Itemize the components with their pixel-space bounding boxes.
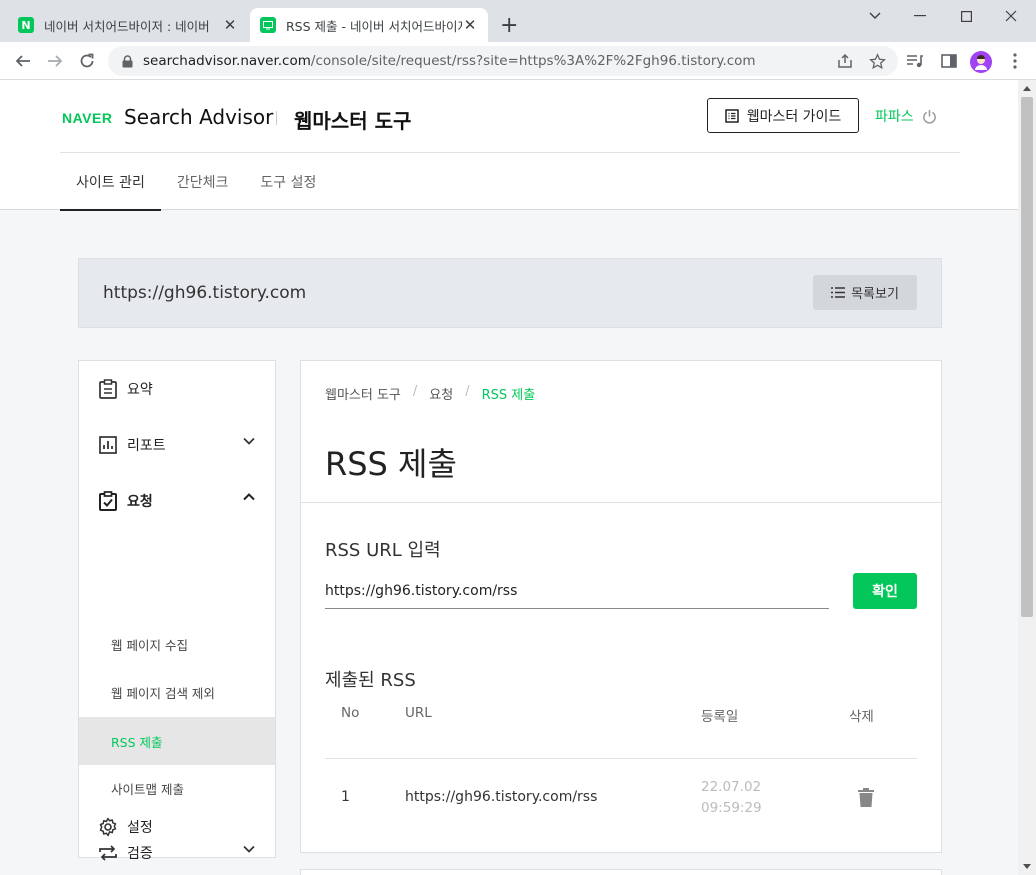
search-advisor-logo[interactable]: Search Advisor <box>124 105 273 129</box>
clipboard-icon <box>97 378 119 400</box>
main-panel: 웹마스터 도구 / 요청 / RSS 제출 RSS 제출 RSS URL 입력 … <box>300 360 942 853</box>
sidebar-item-report[interactable]: 리포트 <box>79 417 275 473</box>
sidebar-item-settings[interactable]: 설정 <box>79 799 275 855</box>
forward-icon[interactable] <box>44 50 66 72</box>
document-list-icon <box>724 108 739 123</box>
share-icon[interactable] <box>835 51 855 71</box>
row-no: 1 <box>341 789 350 805</box>
media-list-icon[interactable] <box>905 51 925 71</box>
back-icon[interactable] <box>12 50 34 72</box>
lock-icon <box>122 54 133 68</box>
submitted-rss-heading: 제출된 RSS <box>325 670 416 691</box>
sidebar-item-label: 설정 <box>127 820 153 836</box>
tab-title: 네이버 서치어드바이저 : 네이버 <box>44 18 210 34</box>
url-field[interactable]: searchadvisor.naver.com/console/site/req… <box>108 46 898 76</box>
sidebar-sub-crawl-request[interactable]: 웹 페이지 수집 <box>79 620 275 668</box>
profile-avatar[interactable] <box>970 51 992 73</box>
site-url: https://gh96.tistory.com <box>103 283 307 303</box>
address-bar: searchadvisor.naver.com/console/site/req… <box>0 42 1036 80</box>
breadcrumb-current: RSS 제출 <box>481 388 536 403</box>
breadcrumb-item[interactable]: 요청 <box>429 384 453 403</box>
scroll-up-icon[interactable] <box>1023 86 1031 91</box>
page-viewport: NAVER Search Advisor 웹마스터 도구 웹마스터 가이드 파파… <box>0 80 1018 875</box>
sidebar-sub-search-exclusion[interactable]: 웹 페이지 검색 제외 <box>79 668 275 716</box>
reload-icon[interactable] <box>76 50 98 72</box>
more-vert-icon[interactable] <box>1005 51 1025 71</box>
sidebar-item-label: 요약 <box>127 382 153 398</box>
browser-tab-naver[interactable]: N 네이버 서치어드바이저 : 네이버 ✕ <box>8 8 248 42</box>
monitor-icon <box>260 17 276 33</box>
column-header-date: 등록일 <box>701 709 739 725</box>
site-header: NAVER Search Advisor 웹마스터 도구 웹마스터 가이드 파파… <box>0 80 1018 211</box>
webmaster-tools-title[interactable]: 웹마스터 도구 <box>294 105 411 134</box>
chevron-up-icon <box>243 493 255 501</box>
close-icon[interactable]: ✕ <box>462 16 478 34</box>
rss-url-input[interactable] <box>325 573 829 609</box>
sidebar-item-summary[interactable]: 요약 <box>79 361 275 417</box>
sidebar-item-label: 리포트 <box>127 438 166 454</box>
power-icon[interactable] <box>922 109 937 124</box>
column-header-delete: 삭제 <box>849 709 874 725</box>
gear-icon <box>97 816 119 838</box>
row-date: 22.07.02 09:59:29 <box>701 779 762 816</box>
breadcrumb-separator: / <box>412 384 418 399</box>
site-info-bar: https://gh96.tistory.com 목록보기 <box>78 258 942 328</box>
chevron-down-icon[interactable] <box>852 4 898 28</box>
breadcrumb-separator: / <box>465 384 470 399</box>
list-view-button[interactable]: 목록보기 <box>813 275 917 310</box>
sidebar: 요약 리포트 요청 웹 페이지 수집 웹 페이지 검색 제외 RSS 제출 사이… <box>78 360 276 862</box>
new-tab-icon[interactable]: + <box>500 13 518 38</box>
star-icon[interactable] <box>867 51 887 71</box>
rss-input-heading: RSS URL 입력 <box>325 540 441 561</box>
url-path: /console/site/request/rss?site=https%3A%… <box>310 53 756 69</box>
browser-tab-rss[interactable]: RSS 제출 - 네이버 서치어드바이저 ✕ <box>250 8 488 42</box>
row-url: https://gh96.tistory.com/rss <box>405 789 598 805</box>
nav-simple-check[interactable]: 간단체크 <box>161 153 245 210</box>
confirm-button[interactable]: 확인 <box>853 573 917 609</box>
logo-divider <box>276 111 277 125</box>
column-header-url: URL <box>405 705 432 721</box>
webmaster-guide-label: 웹마스터 가이드 <box>746 108 842 125</box>
user-menu[interactable]: 파파스 <box>875 106 937 126</box>
scroll-down-icon[interactable] <box>1023 864 1031 869</box>
close-icon[interactable]: ✕ <box>222 16 238 34</box>
tab-title: RSS 제출 - 네이버 서치어드바이저 <box>286 18 462 34</box>
clipboard-check-icon <box>97 490 119 512</box>
url-host: searchadvisor.naver.com <box>143 53 311 69</box>
scrollbar-thumb[interactable] <box>1021 97 1033 617</box>
user-name: 파파스 <box>875 109 914 125</box>
close-window-icon[interactable] <box>988 4 1034 28</box>
naver-logo[interactable]: NAVER <box>62 110 112 126</box>
global-nav: 사이트 관리 간단체크 도구 설정 <box>60 153 332 211</box>
browser-tab-bar: N 네이버 서치어드바이저 : 네이버 ✕ RSS 제출 - 네이버 서치어드바… <box>0 0 1036 42</box>
side-panel-icon[interactable] <box>939 51 959 71</box>
breadcrumb-item[interactable]: 웹마스터 도구 <box>325 384 401 403</box>
bar-chart-icon <box>97 434 119 456</box>
table-divider <box>325 758 917 759</box>
secondary-panel <box>300 869 942 875</box>
sidebar-item-label: 요청 <box>127 494 153 510</box>
nav-tool-settings[interactable]: 도구 설정 <box>244 153 332 210</box>
title-divider <box>301 502 941 503</box>
trash-icon[interactable] <box>858 788 874 807</box>
list-icon <box>831 287 846 298</box>
chevron-down-icon <box>243 437 255 445</box>
minimize-icon[interactable] <box>897 4 943 28</box>
webmaster-guide-button[interactable]: 웹마스터 가이드 <box>707 98 859 133</box>
list-view-label: 목록보기 <box>851 287 899 302</box>
page-title: RSS 제출 <box>325 445 457 483</box>
naver-n-icon: N <box>18 17 34 33</box>
nav-site-management[interactable]: 사이트 관리 <box>60 153 161 211</box>
page-scrollbar[interactable] <box>1018 80 1036 875</box>
column-header-no: No <box>341 705 360 721</box>
sidebar-sub-rss-submit[interactable]: RSS 제출 <box>79 717 275 765</box>
sidebar-item-request[interactable]: 요청 <box>79 473 275 529</box>
breadcrumb: 웹마스터 도구 / 요청 / RSS 제출 <box>325 384 535 403</box>
maximize-icon[interactable] <box>943 4 989 28</box>
